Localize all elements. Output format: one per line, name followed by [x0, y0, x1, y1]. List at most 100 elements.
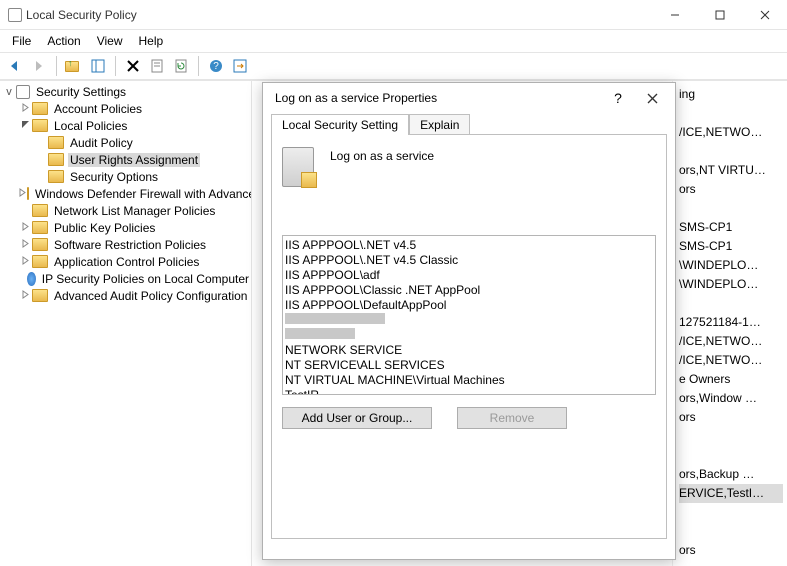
menu-view[interactable]: View [89, 32, 131, 50]
principal-entry[interactable]: NT SERVICE\ALL SERVICES [285, 358, 653, 373]
folder-icon [32, 289, 48, 302]
tree-item-label: Advanced Audit Policy Configuration [52, 289, 249, 303]
list-cell[interactable]: ors [679, 541, 783, 560]
tree-pane[interactable]: v Security Settings Account PoliciesLoca… [0, 81, 252, 566]
tree-item[interactable]: Account Policies [2, 100, 251, 117]
security-icon [16, 85, 30, 99]
list-cell[interactable]: ors,Backup … [679, 465, 783, 484]
column-header[interactable]: ing [679, 85, 783, 104]
tree-item[interactable]: Audit Policy [2, 134, 251, 151]
expand-toggle[interactable] [18, 239, 32, 251]
dialog-titlebar: Log on as a service Properties ? [263, 83, 675, 113]
tree-item-label: Software Restriction Policies [52, 238, 208, 252]
principal-entry[interactable]: TestIR [285, 388, 653, 395]
tree-item-label: Public Key Policies [52, 221, 157, 235]
expand-toggle[interactable] [18, 290, 32, 302]
expand-toggle[interactable] [18, 256, 32, 268]
dialog-title: Log on as a service Properties [275, 91, 601, 105]
principals-listbox[interactable]: IIS APPPOOL\.NET v4.5IIS APPPOOL\.NET v4… [282, 235, 656, 395]
toolbar: ↑ ? [0, 52, 787, 80]
list-cell[interactable] [679, 199, 783, 218]
tab-local-security-setting[interactable]: Local Security Setting [271, 114, 409, 135]
window-titlebar: Local Security Policy [0, 0, 787, 30]
up-button[interactable]: ↑ [63, 55, 85, 77]
list-cell[interactable]: ors [679, 408, 783, 427]
refresh-button[interactable] [170, 55, 192, 77]
tree-item-label: IP Security Policies on Local Computer [40, 272, 251, 286]
tree-item[interactable]: Software Restriction Policies [2, 236, 251, 253]
list-cell[interactable]: SMS-CP1 [679, 218, 783, 237]
list-cell[interactable]: \WINDEPLO… [679, 256, 783, 275]
principal-entry[interactable] [285, 313, 653, 328]
list-cell[interactable]: \WINDEPLO… [679, 275, 783, 294]
folder-icon [32, 255, 48, 268]
maximize-button[interactable] [697, 0, 742, 29]
expand-toggle[interactable] [18, 222, 32, 234]
folder-icon [27, 187, 29, 200]
principal-entry[interactable]: NT VIRTUAL MACHINE\Virtual Machines [285, 373, 653, 388]
list-cell[interactable]: SMS-CP1 [679, 237, 783, 256]
minimize-button[interactable] [652, 0, 697, 29]
close-button[interactable] [742, 0, 787, 29]
remove-button[interactable]: Remove [457, 407, 567, 429]
properties-button[interactable] [146, 55, 168, 77]
tab-explain[interactable]: Explain [409, 114, 470, 135]
dialog-close-button[interactable] [635, 86, 669, 110]
tree-item[interactable]: Advanced Audit Policy Configuration [2, 287, 251, 304]
list-cell[interactable]: ors,Window … [679, 389, 783, 408]
tree-item[interactable]: Network List Manager Policies [2, 202, 251, 219]
list-cell[interactable]: e Owners [679, 370, 783, 389]
principal-entry[interactable]: IIS APPPOOL\DefaultAppPool [285, 298, 653, 313]
list-cell[interactable]: /ICE,NETWO… [679, 123, 783, 142]
export-button[interactable] [229, 55, 251, 77]
tree-item[interactable]: Local Policies [2, 117, 251, 134]
list-cell[interactable] [679, 503, 783, 522]
tree-item[interactable]: Application Control Policies [2, 253, 251, 270]
list-cell[interactable]: /ICE,NETWO… [679, 351, 783, 370]
dialog-heading: Log on as a service [330, 147, 434, 163]
add-user-or-group-button[interactable]: Add User or Group... [282, 407, 432, 429]
expand-toggle[interactable] [18, 103, 32, 115]
menu-help[interactable]: Help [131, 32, 172, 50]
dialog-help-button[interactable]: ? [601, 86, 635, 110]
list-cell[interactable]: 127521184-1… [679, 313, 783, 332]
expand-toggle[interactable] [18, 120, 32, 132]
principal-entry[interactable] [285, 328, 653, 343]
window-title: Local Security Policy [26, 8, 652, 22]
expand-toggle[interactable] [18, 188, 27, 200]
principal-entry[interactable]: IIS APPPOOL\Classic .NET AppPool [285, 283, 653, 298]
principal-entry[interactable]: IIS APPPOOL\adf [285, 268, 653, 283]
list-cell[interactable] [679, 522, 783, 541]
principal-entry[interactable]: NETWORK SERVICE [285, 343, 653, 358]
folder-icon [48, 136, 64, 149]
delete-button[interactable] [122, 55, 144, 77]
tree-item[interactable]: Public Key Policies [2, 219, 251, 236]
tree-root[interactable]: v Security Settings [2, 83, 251, 100]
help-button[interactable]: ? [205, 55, 227, 77]
ipsec-icon [27, 272, 36, 286]
security-setting-column[interactable]: ing /ICE,NETWO… ors,NT VIRTU…ors SMS-CP1… [672, 81, 787, 566]
back-button[interactable] [4, 55, 26, 77]
principal-entry[interactable]: IIS APPPOOL\.NET v4.5 Classic [285, 253, 653, 268]
menubar: File Action View Help [0, 30, 787, 52]
tree-item[interactable]: IP Security Policies on Local Computer [2, 270, 251, 287]
tree-item-label: User Rights Assignment [68, 153, 200, 167]
forward-button[interactable] [28, 55, 50, 77]
list-cell[interactable]: ERVICE,TestI… [679, 484, 783, 503]
tree-item[interactable]: User Rights Assignment [2, 151, 251, 168]
list-cell[interactable] [679, 142, 783, 161]
list-cell[interactable] [679, 104, 783, 123]
principal-entry[interactable]: IIS APPPOOL\.NET v4.5 [285, 238, 653, 253]
list-cell[interactable]: /ICE,NETWO… [679, 332, 783, 351]
show-tree-button[interactable] [87, 55, 109, 77]
dialog-tabs: Local Security Setting Explain [263, 113, 675, 134]
list-cell[interactable] [679, 427, 783, 446]
list-cell[interactable] [679, 446, 783, 465]
list-cell[interactable] [679, 294, 783, 313]
list-cell[interactable]: ors [679, 180, 783, 199]
menu-action[interactable]: Action [39, 32, 88, 50]
tree-item[interactable]: Security Options [2, 168, 251, 185]
list-cell[interactable]: ors,NT VIRTU… [679, 161, 783, 180]
menu-file[interactable]: File [4, 32, 39, 50]
tree-item[interactable]: Windows Defender Firewall with Advanced … [2, 185, 251, 202]
